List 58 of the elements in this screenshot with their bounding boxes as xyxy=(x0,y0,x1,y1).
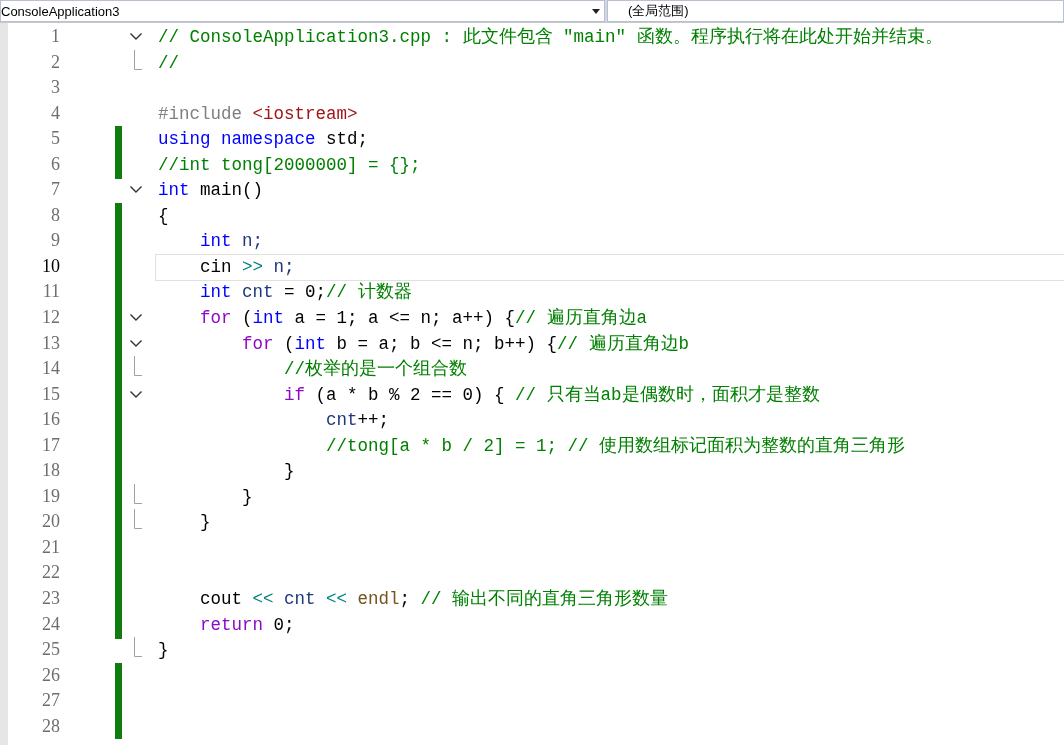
line-number: 23 xyxy=(41,587,60,611)
line-number: 4 xyxy=(50,101,60,125)
line-number: 6 xyxy=(50,152,60,176)
code-line: // xyxy=(157,51,180,75)
code-line: #include <iostream> xyxy=(157,102,359,126)
code-line: { xyxy=(157,204,170,228)
code-line: if (a * b % 2 == 0) { // 只有当ab是偶数时，面积才是整数 xyxy=(283,383,821,407)
chevron-down-icon[interactable] xyxy=(130,390,142,398)
line-number: 21 xyxy=(41,535,60,559)
line-number: 25 xyxy=(41,638,60,662)
caret-icon xyxy=(592,8,600,14)
line-number: 12 xyxy=(41,306,60,329)
code-line: cin >> n; xyxy=(155,253,1064,282)
project-dropdown[interactable]: ConsoleApplication3 xyxy=(0,0,605,22)
code-line: } xyxy=(241,485,254,509)
line-number: 20 xyxy=(41,510,60,534)
line-number: 22 xyxy=(41,561,60,585)
code-line: } xyxy=(283,460,296,484)
line-number: 17 xyxy=(41,433,60,457)
line-number: 19 xyxy=(41,484,60,508)
line-number: 24 xyxy=(41,612,60,636)
chevron-down-icon[interactable] xyxy=(130,33,142,40)
line-number: 18 xyxy=(41,459,60,483)
line-number: 28 xyxy=(41,714,60,738)
code-line: //枚举的是一个组合数 xyxy=(283,358,469,382)
line-number: 9 xyxy=(50,229,60,253)
code-line: // ConsoleApplication3.cpp : 此文件包含 "main" 函数。程序执行将在此处开始并结束。 xyxy=(157,26,944,49)
line-number: 13 xyxy=(41,331,60,355)
code-line: } xyxy=(199,511,212,535)
code-line: return 0; xyxy=(199,613,296,637)
code-line: //tong[a * b / 2] = 1; // 使用数组标记面积为整数的直角三角形 xyxy=(325,434,907,458)
line-number: 16 xyxy=(41,408,60,432)
line-number: 1 xyxy=(50,25,60,48)
line-number: 10 xyxy=(41,254,60,278)
chevron-down-icon[interactable] xyxy=(130,339,142,347)
code-line: //int tong[2000000] = {}; xyxy=(157,153,422,177)
code-line: int n; xyxy=(199,230,265,254)
line-number: 3 xyxy=(50,76,60,100)
code-line: for (int b = a; b <= n; b++) {// 遍历直角边b xyxy=(241,332,691,356)
code-line: int cnt = 0;// 计数器 xyxy=(199,281,413,305)
line-number: 11 xyxy=(41,280,60,304)
code-line: using namespace std; xyxy=(157,128,370,152)
line-number: 8 xyxy=(50,203,60,227)
chevron-down-icon[interactable] xyxy=(130,314,142,321)
line-number: 14 xyxy=(41,357,60,381)
scope-dropdown[interactable]: (全局范围) xyxy=(607,0,1064,22)
line-number: 15 xyxy=(41,382,60,406)
line-number: 2 xyxy=(50,50,60,74)
code-line: } xyxy=(157,639,170,663)
line-number: 5 xyxy=(50,127,60,151)
code-line: int main() xyxy=(157,179,265,203)
line-number: 27 xyxy=(41,689,60,713)
code-line: cout << cnt << endl; // 输出不同的直角三角形数量 xyxy=(199,588,670,612)
code-line: cnt++; xyxy=(325,409,391,433)
line-number: 7 xyxy=(50,178,60,202)
code-line: for (int a = 1; a <= n; a++) {// 遍历直角边a xyxy=(199,307,649,330)
line-number: 26 xyxy=(41,663,60,687)
chevron-down-icon[interactable] xyxy=(130,186,142,194)
